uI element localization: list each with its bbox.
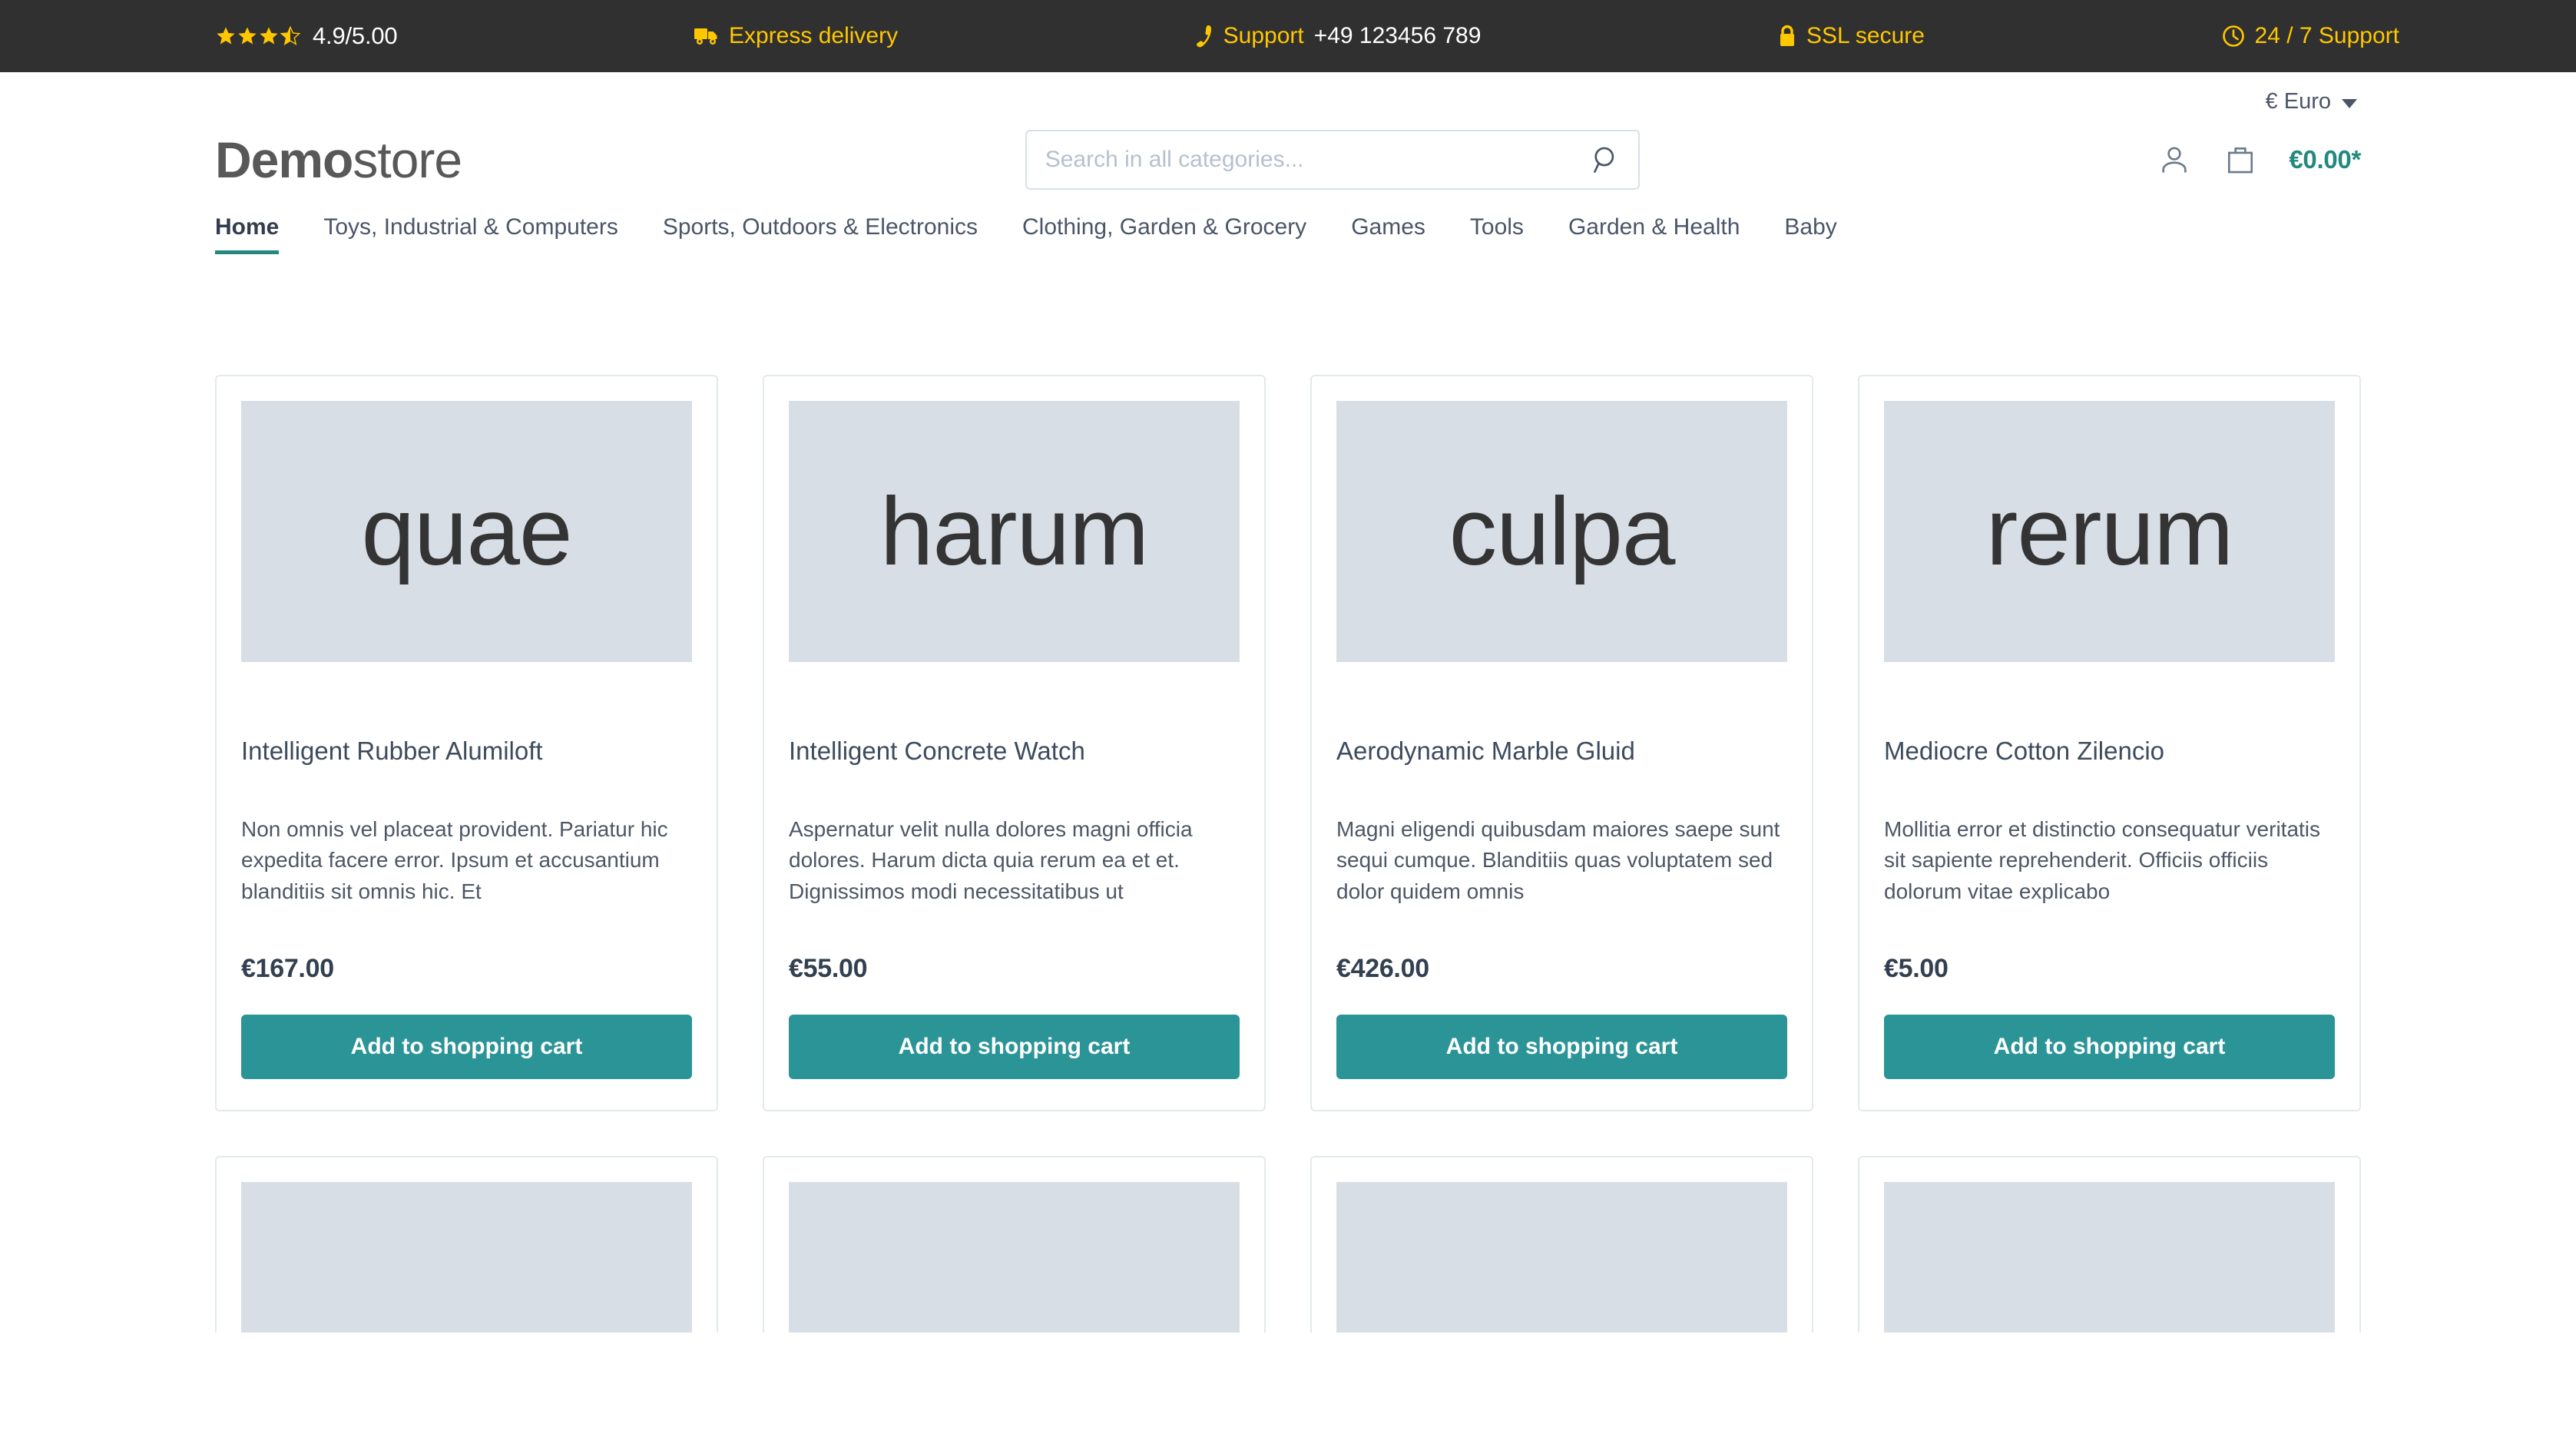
product-card[interactable]: harum Intelligent Concrete Watch Asperna… (763, 375, 1266, 1111)
search-box (1025, 130, 1640, 190)
topbar-ssl-secure: SSL secure (1778, 23, 1925, 49)
placeholder-text: rerum (1985, 478, 2233, 585)
product-price: €55.00 (789, 953, 868, 983)
product-title[interactable]: Intelligent Rubber Alumiloft (241, 736, 692, 767)
product-price: €5.00 (1884, 953, 1949, 983)
lock-icon (1778, 25, 1796, 48)
shopping-bag-icon (2224, 147, 2256, 178)
currency-row: € Euro (215, 72, 2361, 114)
support-label: Support (1223, 23, 1304, 48)
product-price: €426.00 (1336, 953, 1429, 983)
truck-icon (694, 26, 719, 46)
chevron-down-icon (2342, 98, 2357, 108)
product-card[interactable]: vero (215, 1155, 718, 1333)
product-card[interactable]: quae Intelligent Rubber Alumiloft Non om… (215, 375, 718, 1111)
currency-label: € Euro (2265, 89, 2331, 114)
product-card[interactable]: culpa Aerodynamic Marble Gluid Magni eli… (1310, 375, 1813, 1111)
product-image-placeholder[interactable]: ti (1336, 1181, 1787, 1333)
clock-icon (2222, 25, 2245, 48)
ssl-secure-label: SSL secure (1806, 23, 1925, 48)
product-description: Non omnis vel placeat provident. Pariatu… (241, 816, 668, 903)
topbar-express-delivery: Express delivery (694, 23, 898, 49)
rating-value: 4.9/5.00 (313, 22, 398, 49)
product-listing: quae Intelligent Rubber Alumiloft Non om… (0, 375, 2576, 1333)
support-phone-number: +49 123456 789 (1313, 23, 1482, 48)
placeholder-text: culpa (1449, 478, 1676, 585)
product-title[interactable]: Aerodynamic Marble Gluid (1336, 736, 1787, 767)
header-main-row: Demostore Search in all categories... €0… (215, 114, 2361, 210)
add-to-cart-button[interactable]: Add to shopping cart (789, 1014, 1240, 1079)
nav-item-toys-industrial-computers[interactable]: Toys, Industrial & Computers (323, 214, 618, 254)
add-to-cart-button[interactable]: Add to shopping cart (1336, 1014, 1787, 1079)
cart-total-amount[interactable]: €0.00* (2289, 145, 2361, 174)
nav-item-sports-outdoors-electronics[interactable]: Sports, Outdoors & Electronics (663, 214, 978, 254)
product-description: Magni eligendi quibusdam maiores saepe s… (1336, 816, 1780, 903)
nav-item-garden-health[interactable]: Garden & Health (1568, 214, 1740, 254)
product-grid-row-1: quae Intelligent Rubber Alumiloft Non om… (215, 375, 2361, 1111)
nav-item-tools[interactable]: Tools (1470, 214, 1524, 254)
product-description: Mollitia error et distinctio consequatur… (1884, 816, 2321, 903)
account-button[interactable] (2157, 142, 2192, 177)
product-image-placeholder[interactable]: culpa (1336, 401, 1787, 662)
express-delivery-label: Express delivery (729, 23, 899, 48)
topbar-rating: 4.9/5.00 (215, 22, 398, 50)
product-grid-row-2: vero aut ti nihil (215, 1155, 2361, 1333)
placeholder-text: quae (361, 478, 572, 585)
product-card[interactable]: aut (763, 1155, 1266, 1333)
nav-item-home[interactable]: Home (215, 214, 280, 254)
product-card[interactable]: rerum Mediocre Cotton Zilencio Mollitia … (1858, 375, 2361, 1111)
search-input[interactable] (1025, 130, 1640, 190)
main-navigation: Home Toys, Industrial & Computers Sports… (215, 210, 2361, 256)
logo-light-part: store (353, 131, 462, 188)
placeholder-text: harum (879, 478, 1149, 585)
support-hours-label: 24 / 7 Support (2254, 23, 2399, 48)
add-to-cart-button[interactable]: Add to shopping cart (1884, 1014, 2335, 1079)
product-title[interactable]: Intelligent Concrete Watch (789, 736, 1240, 767)
user-icon (2158, 147, 2190, 178)
product-image-placeholder[interactable]: vero (241, 1181, 692, 1333)
nav-item-baby[interactable]: Baby (1784, 214, 1836, 254)
product-image-placeholder[interactable]: harum (789, 401, 1240, 662)
cart-button[interactable] (2223, 142, 2258, 177)
search-button[interactable] (1588, 141, 1626, 179)
product-title[interactable]: Mediocre Cotton Zilencio (1884, 736, 2335, 767)
logo-bold-part: Demo (215, 131, 353, 188)
product-image-placeholder[interactable]: nihil (1884, 1181, 2335, 1333)
product-card[interactable]: nihil (1858, 1155, 2361, 1333)
site-header: € Euro Demostore Search in all categorie… (0, 72, 2576, 256)
site-logo[interactable]: Demostore (215, 134, 462, 185)
search-icon (1592, 147, 1621, 177)
product-image-placeholder[interactable]: rerum (1884, 401, 2335, 662)
product-description: Aspernatur velit nulla dolores magni off… (789, 816, 1193, 903)
product-image-placeholder[interactable]: quae (241, 401, 692, 662)
product-card[interactable]: ti (1310, 1155, 1813, 1333)
header-actions: €0.00* (2157, 142, 2361, 177)
nav-item-games[interactable]: Games (1351, 214, 1425, 254)
nav-item-clothing-garden-grocery[interactable]: Clothing, Garden & Grocery (1022, 214, 1306, 254)
star-rating-icon (215, 25, 301, 47)
add-to-cart-button[interactable]: Add to shopping cart (241, 1014, 692, 1079)
product-image-placeholder[interactable]: aut (789, 1181, 1240, 1333)
phone-icon (1195, 25, 1214, 48)
top-info-bar: 4.9/5.00 Express delivery Support +49 12… (0, 0, 2576, 72)
topbar-24-7-support: 24 / 7 Support (2222, 23, 2399, 49)
product-price: €167.00 (241, 953, 334, 983)
currency-selector[interactable]: € Euro (2266, 89, 2357, 114)
topbar-support-phone: Support +49 123456 789 (1195, 23, 1482, 49)
